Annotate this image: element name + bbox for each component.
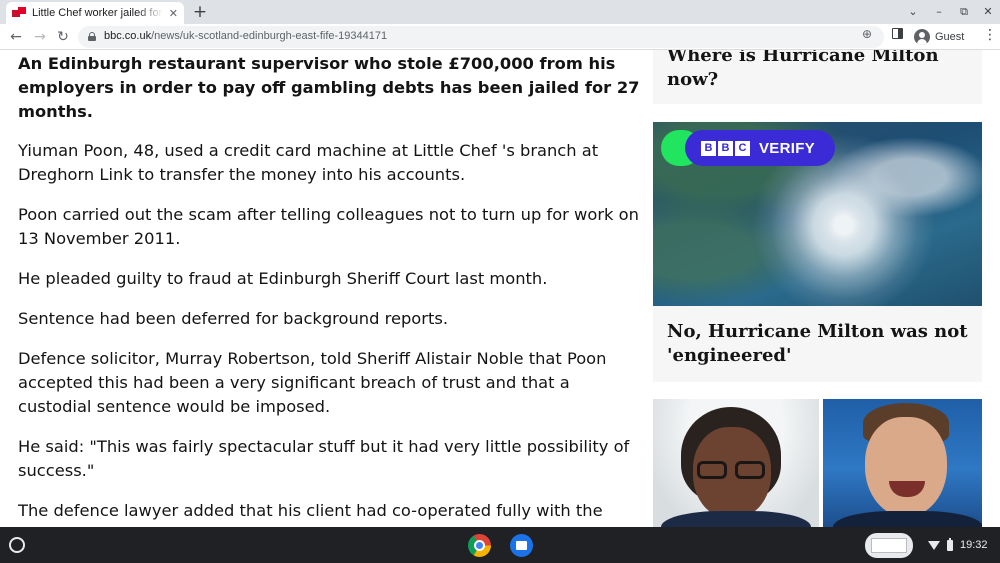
forward-button[interactable]: → [30, 27, 50, 47]
wifi-icon [928, 540, 940, 550]
files-icon[interactable] [510, 534, 533, 557]
browser-tab[interactable]: Little Chef worker jailed for stealing £… [6, 2, 184, 24]
page-content: An Edinburgh restaurant supervisor who s… [0, 50, 1000, 527]
browser-toolbar: ← → ↻ bbc.co.uk/news/uk-scotland-edinbur… [0, 24, 1000, 50]
tab-strip: Little Chef worker jailed for stealing £… [0, 0, 1000, 24]
chrome-icon[interactable] [468, 534, 491, 557]
close-window-button[interactable]: ✕ [978, 3, 998, 21]
restore-button[interactable]: ⧉ [954, 3, 974, 21]
hurricane-satellite-image[interactable]: B B C VERIFY [653, 122, 982, 306]
article-paragraph: Poon carried out the scam after telling … [18, 205, 639, 248]
menu-icon[interactable]: ⋮ [983, 27, 997, 43]
battery-icon [947, 537, 953, 551]
article-body: An Edinburgh restaurant supervisor who s… [18, 50, 640, 523]
profile-button[interactable]: Guest [910, 27, 970, 47]
article-paragraph: Sentence had been deferred for backgroun… [18, 309, 448, 328]
reload-button[interactable]: ↻ [53, 27, 73, 47]
url-path: /news/uk-scotland-edinburgh-east-fife-19… [151, 30, 388, 42]
article-paragraph: Yiuman Poon, 48, used a credit card mach… [18, 141, 599, 184]
article-paragraph: He pleaded guilty to fraud at Edinburgh … [18, 269, 548, 288]
article-paragraph: Defence solicitor, Murray Robertson, tol… [18, 349, 607, 416]
politician-photo-left[interactable] [653, 399, 819, 527]
story-headline[interactable]: No, Hurricane Milton was not 'engineered… [667, 320, 968, 368]
related-story-card[interactable]: No, Hurricane Milton was not 'engineered… [653, 306, 982, 382]
bbc-logo-letter: B [718, 140, 733, 156]
article-paragraph: He said: "This was fairly spectacular st… [18, 437, 630, 480]
screenshot-thumbnail[interactable] [865, 533, 913, 558]
side-panel-icon[interactable] [892, 28, 903, 42]
politician-photo-right[interactable] [823, 399, 982, 527]
tab-title: Little Chef worker jailed for stealing £… [32, 7, 163, 19]
article-paragraph: The defence lawyer added that his client… [18, 501, 603, 520]
lock-icon[interactable] [88, 32, 96, 41]
url-host: bbc.co.uk [104, 30, 152, 42]
status-tray[interactable]: 19:32 [920, 534, 996, 556]
story-headline[interactable]: Where is Hurricane Milton now? [667, 50, 968, 92]
bbc-logo-letter: C [735, 140, 750, 156]
zoom-icon[interactable]: ⊕ [862, 27, 872, 41]
launcher-icon[interactable] [9, 537, 25, 553]
clock: 19:32 [960, 539, 988, 551]
bbc-logo-letter: B [701, 140, 716, 156]
bbc-verify-badge: B B C VERIFY [685, 130, 835, 166]
related-story-card[interactable]: Where is Hurricane Milton now? [653, 50, 982, 104]
profile-label: Guest [935, 31, 965, 43]
tab-search-icon[interactable]: ⌄ [903, 3, 923, 21]
address-bar[interactable]: bbc.co.uk/news/uk-scotland-edinburgh-eas… [78, 26, 884, 48]
minimize-button[interactable]: – [929, 3, 949, 21]
avatar [914, 29, 930, 45]
new-tab-button[interactable]: + [190, 2, 210, 22]
tab-close-icon[interactable]: ✕ [169, 7, 178, 20]
verify-label: VERIFY [759, 139, 815, 157]
os-shelf: 19:32 [0, 527, 1000, 563]
bbc-favicon-icon [12, 7, 26, 19]
article-lead: An Edinburgh restaurant supervisor who s… [18, 54, 640, 121]
url-text: bbc.co.uk/news/uk-scotland-edinburgh-eas… [104, 30, 387, 42]
back-button[interactable]: ← [6, 27, 26, 47]
